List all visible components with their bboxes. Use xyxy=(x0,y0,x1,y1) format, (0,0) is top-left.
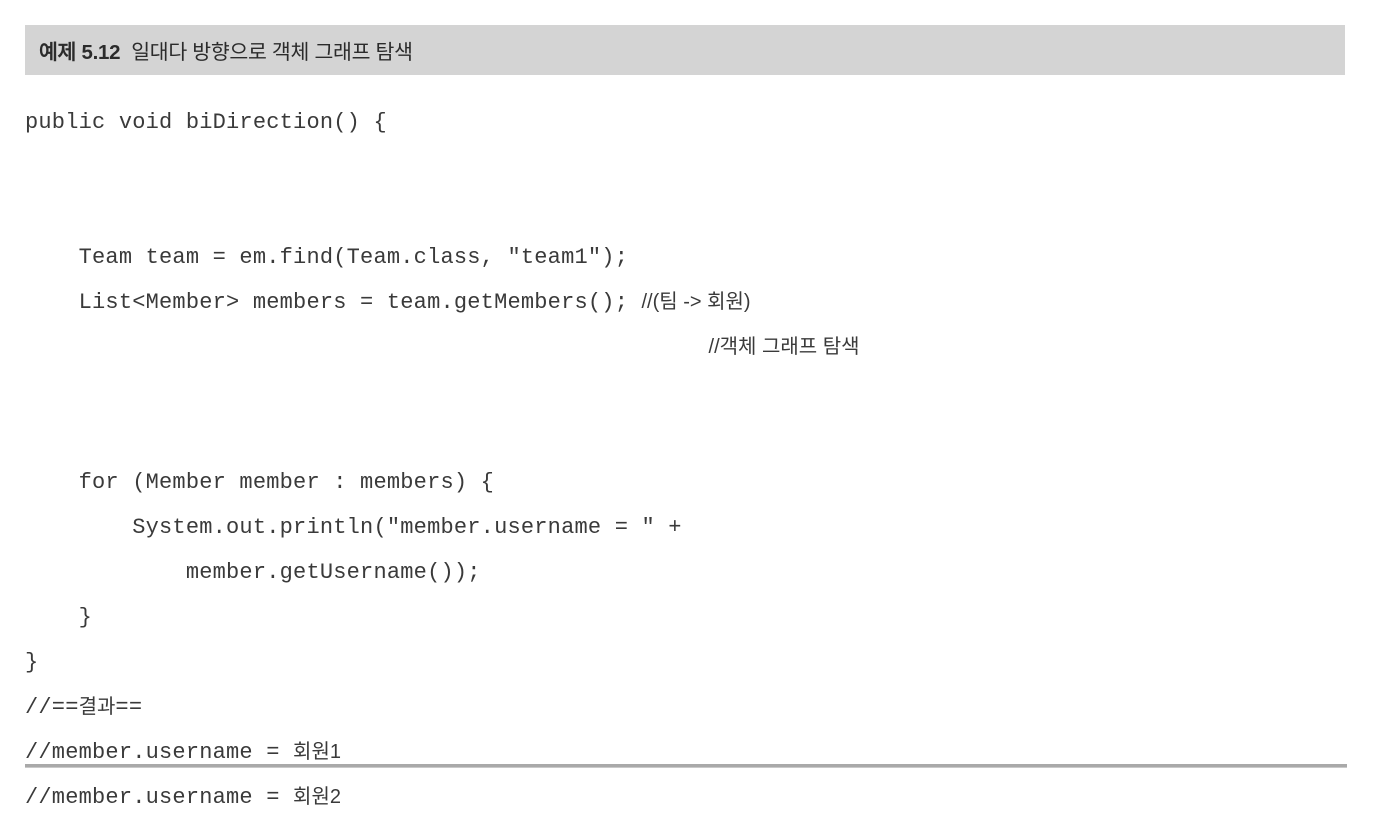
bottom-divider xyxy=(25,764,1347,768)
code-line: //객체 그래프 탐색 xyxy=(25,325,1355,370)
example-number: 예제 5.12 xyxy=(39,41,121,64)
code-text: member.getUsername()); xyxy=(25,560,481,585)
code-text: //member.username = xyxy=(25,740,294,765)
code-text: } xyxy=(25,605,93,630)
code-text: //member.username = xyxy=(25,785,294,810)
code-listing: public void biDirection() { Team team = … xyxy=(25,100,1355,820)
code-text: List<Member> members = team.getMembers()… xyxy=(25,290,642,315)
code-text: } xyxy=(25,650,39,675)
code-comment: 회원2 xyxy=(293,786,341,808)
code-text: public void biDirection() { xyxy=(25,110,387,135)
code-text: System.out.println("member.username = " … xyxy=(25,515,682,540)
code-text: for (Member member : members) { xyxy=(25,470,495,495)
code-line: //member.username = 회원1 xyxy=(25,730,1355,775)
example-title: 일대다 방향으로 객체 그래프 탐색 xyxy=(131,41,413,64)
example-caption-bar: 예제 5.12 일대다 방향으로 객체 그래프 탐색 xyxy=(25,25,1345,75)
code-line: Team team = em.find(Team.class, "team1")… xyxy=(25,235,1355,280)
code-text-tail: == xyxy=(115,695,143,720)
code-comment: 회원1 xyxy=(293,741,341,763)
code-line: //member.username = 회원2 xyxy=(25,775,1355,820)
code-comment: //(팀 -> 회원) xyxy=(641,291,751,313)
code-line: for (Member member : members) { xyxy=(25,460,1355,505)
code-line: //==결과== xyxy=(25,685,1355,730)
code-comment: //객체 그래프 탐색 xyxy=(708,336,860,358)
code-line xyxy=(25,190,1355,235)
code-comment: 결과 xyxy=(78,696,116,718)
code-line xyxy=(25,370,1355,415)
code-line xyxy=(25,415,1355,460)
code-text: //== xyxy=(25,695,79,720)
code-line: } xyxy=(25,640,1355,685)
code-line xyxy=(25,145,1355,190)
code-line: public void biDirection() { xyxy=(25,100,1355,145)
code-line: List<Member> members = team.getMembers()… xyxy=(25,280,1355,325)
code-line: } xyxy=(25,595,1355,640)
code-line: System.out.println("member.username = " … xyxy=(25,505,1355,550)
code-line: member.getUsername()); xyxy=(25,550,1355,595)
code-text: Team team = em.find(Team.class, "team1")… xyxy=(25,245,629,270)
